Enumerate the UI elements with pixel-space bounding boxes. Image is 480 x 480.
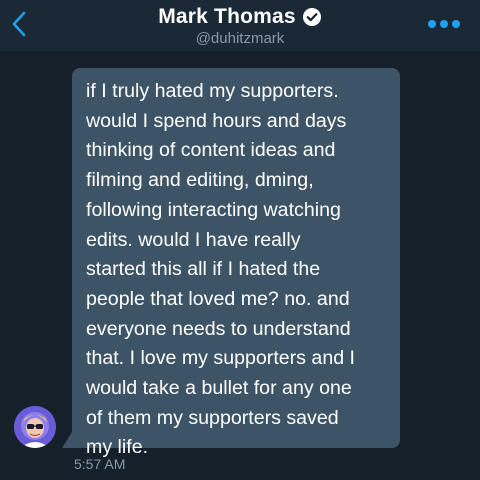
message-text-line: edits. would I have really xyxy=(86,228,301,251)
header-title: Mark Thomas @duhitzmark xyxy=(0,5,480,47)
avatar[interactable] xyxy=(14,406,56,448)
avatar-image xyxy=(14,406,56,448)
more-options-button[interactable] xyxy=(428,14,460,34)
message-text-line: would take a bullet for any one xyxy=(86,377,352,400)
message-text-line: if I truly hated my supporters. xyxy=(86,80,339,102)
contact-name: Mark Thomas xyxy=(158,5,296,28)
message-timestamp: 5:57 AM xyxy=(74,456,126,472)
conversation-header: Mark Thomas @duhitzmark xyxy=(0,0,480,53)
message-text-line: following interacting watching xyxy=(86,198,341,221)
contact-handle: @duhitzmark xyxy=(195,30,285,47)
message-text-line: filming and editing, dming, xyxy=(86,169,314,192)
more-dots-icon xyxy=(452,20,460,28)
more-dots-icon xyxy=(428,20,436,28)
more-dots-icon xyxy=(440,20,448,28)
message-text-line: people that loved me? no. and xyxy=(86,287,350,310)
message-text-line: thinking of content ideas and xyxy=(86,139,336,162)
dm-conversation-screen: Mark Thomas @duhitzmark if I truly hated… xyxy=(0,0,480,480)
message-text-line: would I spend hours and days xyxy=(86,109,347,132)
verified-badge-icon xyxy=(302,8,321,26)
message-bubble-tail xyxy=(62,432,72,448)
message-bubble[interactable]: if I truly hated my supporters. would I … xyxy=(72,68,400,458)
message-text-line: started this all if I hated the xyxy=(86,258,321,281)
message-text-line: my life. xyxy=(86,436,149,459)
message-text-line: of them my supporters saved xyxy=(86,406,339,429)
message-text-line: that. I love my supporters and I xyxy=(86,347,356,370)
message-text-line: everyone needs to understand xyxy=(86,317,351,340)
